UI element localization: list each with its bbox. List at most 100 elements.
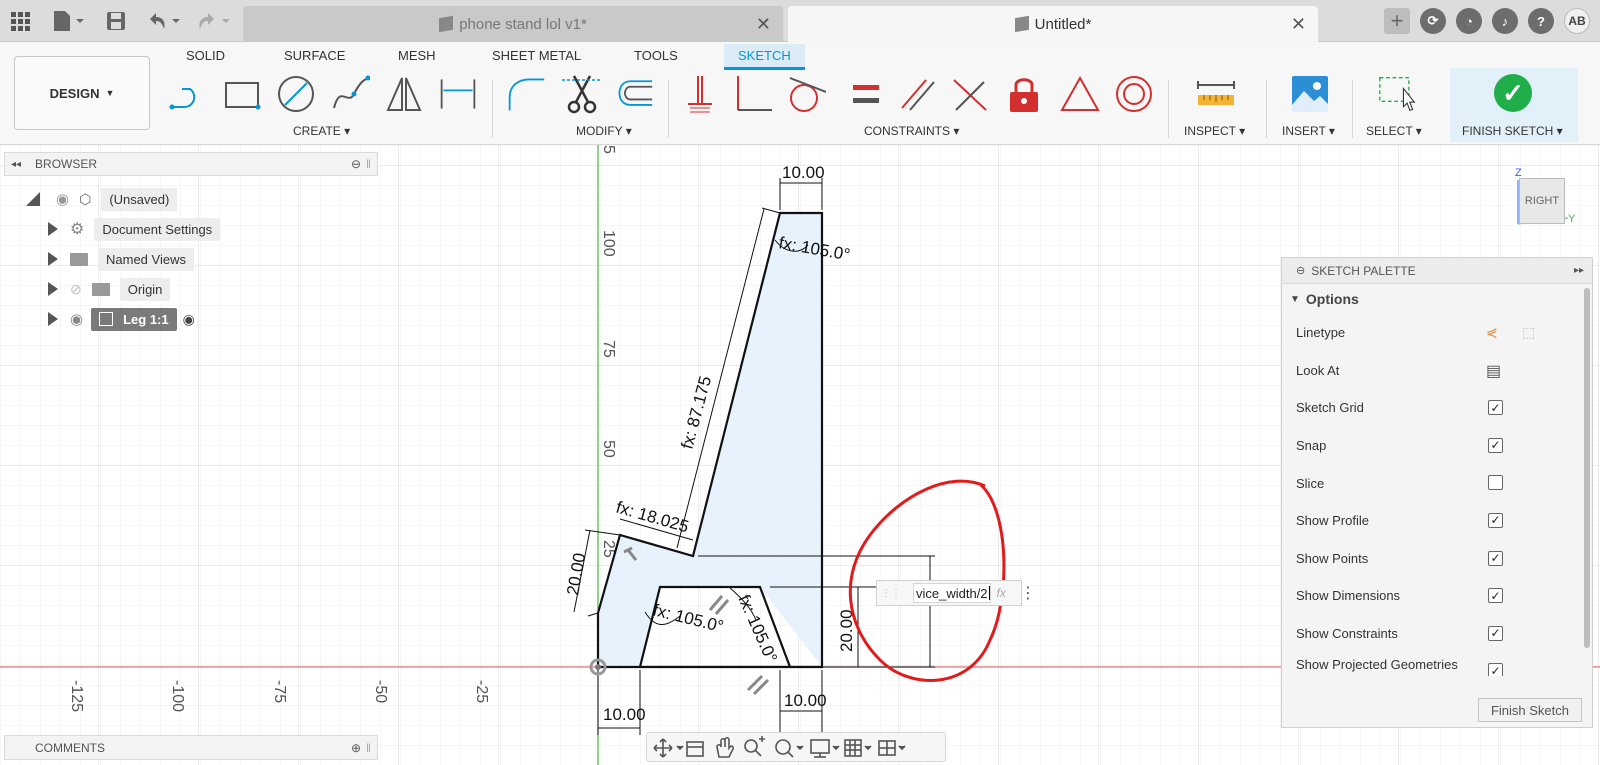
- expand-arrow-icon[interactable]: [48, 282, 58, 296]
- tree-item-document-settings[interactable]: ⚙ Document Settings: [48, 217, 221, 241]
- tab-phone-stand[interactable]: phone stand lol v1* ✕: [243, 6, 783, 42]
- notifications-bell-icon[interactable]: ♪: [1492, 8, 1518, 34]
- viewcube-label: RIGHT: [1524, 195, 1560, 207]
- circle-tool-icon[interactable]: [276, 74, 316, 114]
- file-menu-icon[interactable]: [52, 10, 84, 32]
- modify-group-label[interactable]: MODIFY ▾: [576, 124, 632, 138]
- expand-arrow-icon[interactable]: [26, 192, 40, 206]
- close-icon[interactable]: ✕: [1291, 14, 1306, 35]
- concentric-constraint-icon[interactable]: [1114, 74, 1154, 114]
- rectangle-tool-icon[interactable]: [222, 74, 262, 114]
- measure-ruler-icon[interactable]: [1196, 74, 1236, 114]
- tangent-constraint-icon[interactable]: [786, 74, 826, 114]
- design-workspace-button[interactable]: DESIGN ▼: [14, 56, 150, 130]
- offset-tool-icon[interactable]: [614, 74, 654, 114]
- palette-scrollbar[interactable]: [1584, 288, 1590, 648]
- user-avatar[interactable]: AB: [1564, 8, 1590, 34]
- equal-constraint-icon[interactable]: [846, 74, 886, 114]
- undo-icon[interactable]: [146, 10, 182, 32]
- tab-mesh[interactable]: MESH: [398, 48, 436, 63]
- expand-arrow-icon[interactable]: [48, 252, 58, 266]
- triangle-constraint-icon[interactable]: [1060, 74, 1100, 114]
- centerline-icon[interactable]: ⬚: [1522, 324, 1535, 341]
- eye-hidden-icon[interactable]: ⊘: [70, 281, 82, 298]
- tab-untitled[interactable]: Untitled* ✕: [788, 6, 1318, 42]
- extensions-icon[interactable]: ⟳: [1420, 8, 1446, 34]
- constraints-group-label[interactable]: CONSTRAINTS ▾: [864, 124, 959, 138]
- help-icon[interactable]: ?: [1528, 8, 1554, 34]
- eye-icon[interactable]: ◉: [56, 190, 69, 208]
- option-show-projected-geometries: Show Projected Geometries ✓: [1282, 652, 1592, 677]
- plus-circle-icon[interactable]: ⊕: [351, 741, 361, 755]
- mirror-tool-icon[interactable]: [384, 74, 424, 114]
- redo-icon[interactable]: [196, 10, 232, 32]
- trim-scissors-icon[interactable]: [562, 74, 602, 114]
- navigation-toolbar: [646, 732, 946, 762]
- inspect-group-label[interactable]: INSPECT ▾: [1184, 124, 1245, 138]
- option-label: Show Points: [1296, 550, 1369, 566]
- minus-circle-icon[interactable]: ⊖: [1296, 264, 1305, 277]
- construction-line-icon[interactable]: ⋞: [1486, 324, 1498, 341]
- insert-image-icon[interactable]: [1290, 74, 1330, 114]
- minus-circle-icon[interactable]: ⊖: [351, 157, 361, 171]
- orbit-icon: [653, 738, 673, 758]
- expand-arrow-icon[interactable]: [48, 312, 58, 326]
- parallel-constraint-icon[interactable]: [898, 74, 938, 114]
- snap-checkbox[interactable]: ✓: [1488, 437, 1503, 453]
- tab-tools[interactable]: TOOLS: [634, 48, 678, 63]
- dimension-expression-input[interactable]: vice_width/2: [913, 583, 991, 603]
- comments-panel[interactable]: COMMENTS ⊕ ‖: [4, 735, 378, 760]
- expand-right-icon[interactable]: ▸▸: [1574, 265, 1584, 276]
- app-grid-icon[interactable]: [10, 10, 30, 32]
- tab-surface[interactable]: SURFACE: [284, 48, 345, 63]
- tab-solid[interactable]: SOLID: [186, 48, 225, 63]
- show-points-checkbox[interactable]: ✓: [1488, 550, 1503, 566]
- close-icon[interactable]: ✕: [756, 14, 771, 35]
- select-group-label[interactable]: SELECT ▾: [1366, 124, 1422, 138]
- tree-item-named-views[interactable]: Named Views: [48, 247, 194, 271]
- collinear-constraint-icon[interactable]: [950, 74, 990, 114]
- fx-icon[interactable]: fx: [997, 586, 1006, 600]
- more-options-icon[interactable]: ⋮: [1020, 583, 1036, 603]
- show-projected-checkbox[interactable]: ✓: [1488, 663, 1503, 677]
- tree-item-leg-sketch[interactable]: ◉ Leg 1:1 ◉: [48, 307, 195, 331]
- job-status-icon[interactable]: ◔: [1456, 8, 1482, 34]
- finish-sketch-group[interactable]: ✓ FINISH SKETCH ▾: [1450, 68, 1578, 142]
- view-cube[interactable]: RIGHT: [1519, 178, 1565, 224]
- sketch-grid-checkbox[interactable]: ✓: [1488, 400, 1503, 416]
- look-at-icon[interactable]: ▤: [1486, 361, 1501, 381]
- y-axis-tick: 5: [600, 145, 617, 154]
- expand-arrow-icon[interactable]: [48, 222, 58, 236]
- palette-header[interactable]: ⊖ SKETCH PALETTE ▸▸: [1282, 258, 1592, 284]
- dimension-tool-icon[interactable]: [438, 74, 478, 114]
- line-tool-icon[interactable]: [168, 74, 208, 114]
- collapse-icon[interactable]: ◂◂: [11, 159, 21, 170]
- show-dimensions-checkbox[interactable]: ✓: [1488, 588, 1503, 604]
- select-box-icon[interactable]: [1378, 74, 1418, 114]
- save-icon[interactable]: [106, 10, 126, 32]
- tree-item-origin[interactable]: ⊘ Origin: [48, 277, 171, 301]
- activate-radio-icon[interactable]: ◉: [183, 311, 195, 328]
- drag-grip-icon[interactable]: ⋮⋮: [881, 588, 901, 599]
- insert-group-label[interactable]: INSERT ▾: [1282, 124, 1335, 138]
- lock-icon[interactable]: [1004, 74, 1044, 114]
- fix-constraint-icon[interactable]: [680, 74, 720, 114]
- show-constraints-checkbox[interactable]: ✓: [1488, 625, 1503, 641]
- show-profile-checkbox[interactable]: ✓: [1488, 512, 1503, 528]
- fillet-tool-icon[interactable]: [506, 74, 546, 114]
- tab-sheet-metal[interactable]: SHEET METAL: [492, 48, 581, 63]
- tab-sketch[interactable]: SKETCH: [724, 44, 805, 70]
- finish-sketch-button[interactable]: Finish Sketch: [1478, 698, 1582, 722]
- slice-checkbox[interactable]: [1488, 475, 1503, 491]
- perpendicular-constraint-icon[interactable]: [734, 74, 774, 114]
- spline-tool-icon[interactable]: [330, 74, 370, 114]
- eye-icon[interactable]: ◉: [70, 310, 83, 328]
- create-group-label[interactable]: CREATE ▾: [293, 124, 350, 138]
- panel-grip-icon[interactable]: ‖: [366, 157, 371, 171]
- tree-root[interactable]: ◉ ⬡ (Unsaved): [26, 187, 178, 211]
- browser-header[interactable]: ◂◂ BROWSER ⊖ ‖: [4, 152, 378, 176]
- new-tab-plus-icon[interactable]: +: [1384, 8, 1410, 34]
- ribbon-divider: [668, 80, 669, 138]
- options-section[interactable]: ▼ Options: [1282, 284, 1592, 314]
- panel-grip-icon[interactable]: ‖: [366, 741, 371, 755]
